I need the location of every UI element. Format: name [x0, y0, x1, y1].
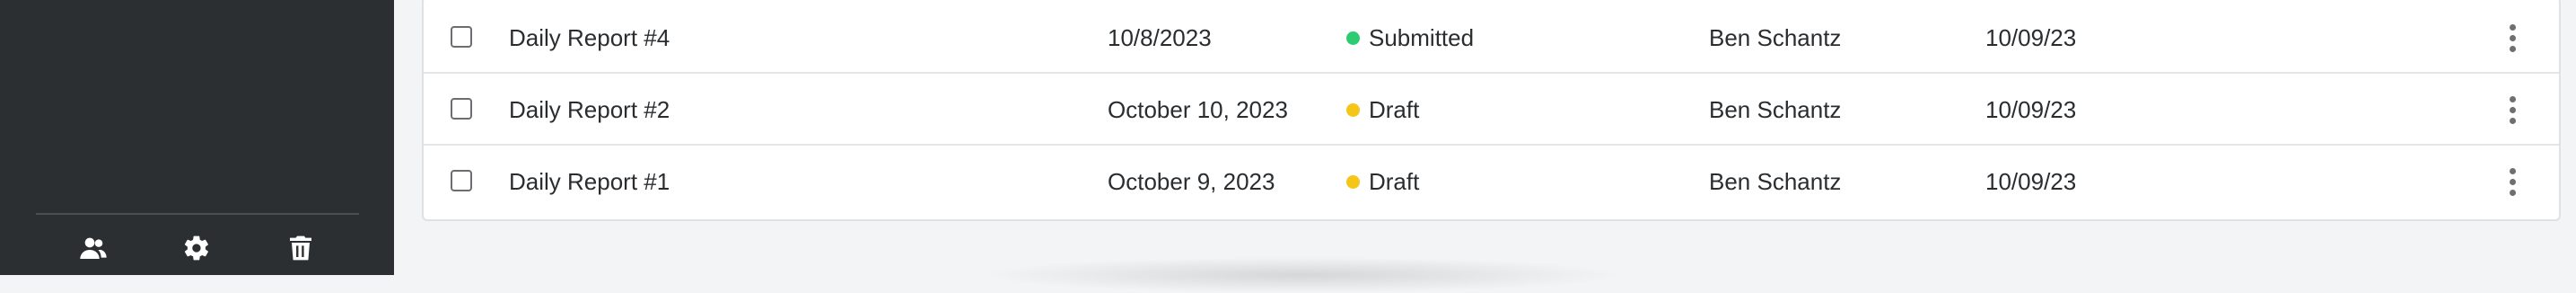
- status-label: Draft: [1369, 95, 1420, 123]
- more-options-icon[interactable]: [2502, 164, 2523, 200]
- kebab-dot: [2509, 167, 2516, 174]
- sidebar-divider: [36, 213, 359, 215]
- row-checkbox[interactable]: [451, 170, 472, 191]
- row-checkbox[interactable]: [451, 26, 472, 48]
- trash-icon[interactable]: [285, 232, 317, 264]
- status-label: Submitted: [1369, 23, 1475, 51]
- table-row[interactable]: Daily Report #4 10/8/2023 Ben Schantz 10/09…: [424, 2, 2559, 74]
- status-badge: Draft: [1346, 146, 1419, 218]
- report-author: Ben Schantz: [1709, 168, 1842, 195]
- kebab-dot: [2509, 117, 2516, 124]
- gear-icon[interactable]: [180, 232, 213, 264]
- sidebar: [0, 0, 394, 275]
- report-title[interactable]: Daily Report #2: [509, 74, 670, 146]
- kebab-dot: [2509, 34, 2516, 41]
- kebab-dot: [2509, 95, 2516, 102]
- report-author: Ben Schantz: [1709, 24, 1842, 51]
- status-label: Draft: [1369, 167, 1420, 195]
- report-author: Ben Schantz: [1709, 96, 1842, 123]
- report-title[interactable]: Daily Report #4: [509, 2, 670, 74]
- status-dot-icon: [1346, 31, 1360, 45]
- report-date: October 9, 2023: [1108, 168, 1275, 195]
- report-date: October 10, 2023: [1108, 96, 1288, 123]
- kebab-dot: [2509, 23, 2516, 31]
- report-date: 10/8/2023: [1108, 24, 1212, 51]
- status-dot-icon: [1346, 174, 1360, 189]
- page-shadow: [978, 257, 1625, 293]
- report-updated-date: 10/09/23: [1985, 168, 2077, 195]
- kebab-dot: [2509, 189, 2516, 196]
- report-title[interactable]: Daily Report #1: [509, 146, 670, 218]
- status-badge: Submitted: [1346, 2, 1474, 74]
- row-checkbox[interactable]: [451, 98, 472, 120]
- more-options-icon[interactable]: [2502, 92, 2523, 128]
- users-icon[interactable]: [77, 232, 110, 264]
- report-updated-date: 10/09/23: [1985, 24, 2077, 51]
- table-row[interactable]: Daily Report #2 October 10, 2023 Ben Schan…: [424, 74, 2559, 146]
- kebab-dot: [2509, 45, 2516, 52]
- status-dot-icon: [1346, 102, 1360, 117]
- table-row[interactable]: Daily Report #1 October 9, 2023 Ben Schant…: [424, 146, 2559, 218]
- kebab-dot: [2509, 178, 2516, 185]
- status-badge: Draft: [1346, 74, 1419, 146]
- more-options-icon[interactable]: [2502, 20, 2523, 56]
- report-list: Daily Report #4 10/8/2023 Ben Schantz 10/09…: [422, 0, 2561, 221]
- kebab-dot: [2509, 106, 2516, 113]
- report-updated-date: 10/09/23: [1985, 96, 2077, 123]
